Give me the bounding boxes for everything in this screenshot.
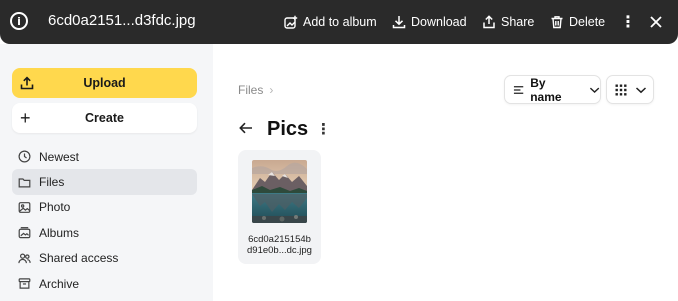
create-label: Create — [85, 111, 124, 125]
chevron-down-icon — [635, 86, 647, 93]
upload-label: Upload — [83, 76, 126, 90]
download-button[interactable]: Download — [392, 0, 467, 44]
close-button[interactable] — [648, 0, 664, 44]
sidebar-item-files[interactable]: Files — [12, 169, 197, 195]
sidebar-item-photo[interactable]: Photo — [12, 195, 197, 220]
share-label: Share — [501, 15, 535, 29]
file-name: 6cd0a215154b d91e0b...dc.jpg — [242, 234, 317, 256]
download-icon — [392, 16, 406, 29]
archive-icon — [18, 278, 31, 289]
sidebar-item-label: Shared access — [39, 251, 119, 266]
folder-icon — [18, 177, 31, 188]
plus-icon: + — [20, 108, 31, 128]
image-icon — [18, 202, 31, 213]
file-name-line: 6cd0a215154b — [248, 234, 311, 245]
close-icon — [650, 16, 662, 28]
sidebar-item-newest[interactable]: Newest — [12, 144, 197, 169]
share-button[interactable]: Share — [482, 0, 534, 44]
delete-button[interactable]: Delete — [550, 0, 605, 44]
more-options-icon[interactable]: ⋮ — [620, 0, 636, 44]
album-icon — [18, 227, 31, 239]
sidebar-item-shared-access[interactable]: Shared access — [12, 246, 197, 271]
chevron-down-icon — [589, 87, 600, 93]
sidebar-item-label: Albums — [39, 225, 80, 240]
sidebar-item-label: Files — [39, 175, 65, 190]
share-icon — [483, 15, 495, 29]
sort-lines-icon — [513, 85, 524, 94]
file-card[interactable]: 6cd0a215154b d91e0b...dc.jpg — [238, 150, 321, 264]
sidebar-item-label: Archive — [39, 276, 80, 291]
add-image-icon — [284, 15, 298, 29]
upload-icon — [20, 76, 34, 90]
create-button[interactable]: + Create — [12, 103, 197, 133]
image-thumbnail — [252, 160, 307, 223]
breadcrumb-separator-icon: › — [269, 83, 274, 97]
viewer-topbar: i 6cd0a2151...d3fdc.jpg Add to album Dow… — [0, 0, 678, 44]
file-title: 6cd0a2151...d3fdc.jpg — [48, 12, 196, 29]
sidebar-item-albums[interactable]: Albums — [12, 220, 197, 245]
info-icon[interactable]: i — [10, 12, 28, 30]
folder-more-options-icon[interactable]: ⋮ — [316, 120, 331, 138]
breadcrumb: Files › — [238, 83, 273, 97]
grid-icon — [615, 84, 627, 95]
sidebar-item-label: Newest — [39, 149, 80, 164]
file-name-line: d91e0b...dc.jpg — [247, 245, 312, 256]
sort-label: By name — [530, 75, 562, 104]
sidebar-item-label: Photo — [39, 200, 71, 215]
trash-icon — [551, 16, 563, 29]
sidebar-item-archive[interactable]: Archive — [12, 271, 197, 296]
people-icon — [18, 253, 31, 263]
sort-dropdown[interactable]: By name — [504, 75, 601, 104]
page-title: Pics — [267, 118, 309, 140]
sidebar-nav: Newest Files Photo Albums Shared access — [12, 144, 197, 296]
view-mode-dropdown[interactable] — [606, 75, 654, 104]
add-to-album-label: Add to album — [303, 15, 377, 29]
download-label: Download — [411, 15, 467, 29]
clock-icon — [18, 150, 31, 163]
upload-button[interactable]: Upload — [12, 68, 197, 98]
breadcrumb-item-files[interactable]: Files — [238, 83, 263, 97]
add-to-album-button[interactable]: Add to album — [284, 0, 377, 44]
back-arrow-icon[interactable] — [238, 120, 254, 136]
delete-label: Delete — [569, 15, 606, 29]
